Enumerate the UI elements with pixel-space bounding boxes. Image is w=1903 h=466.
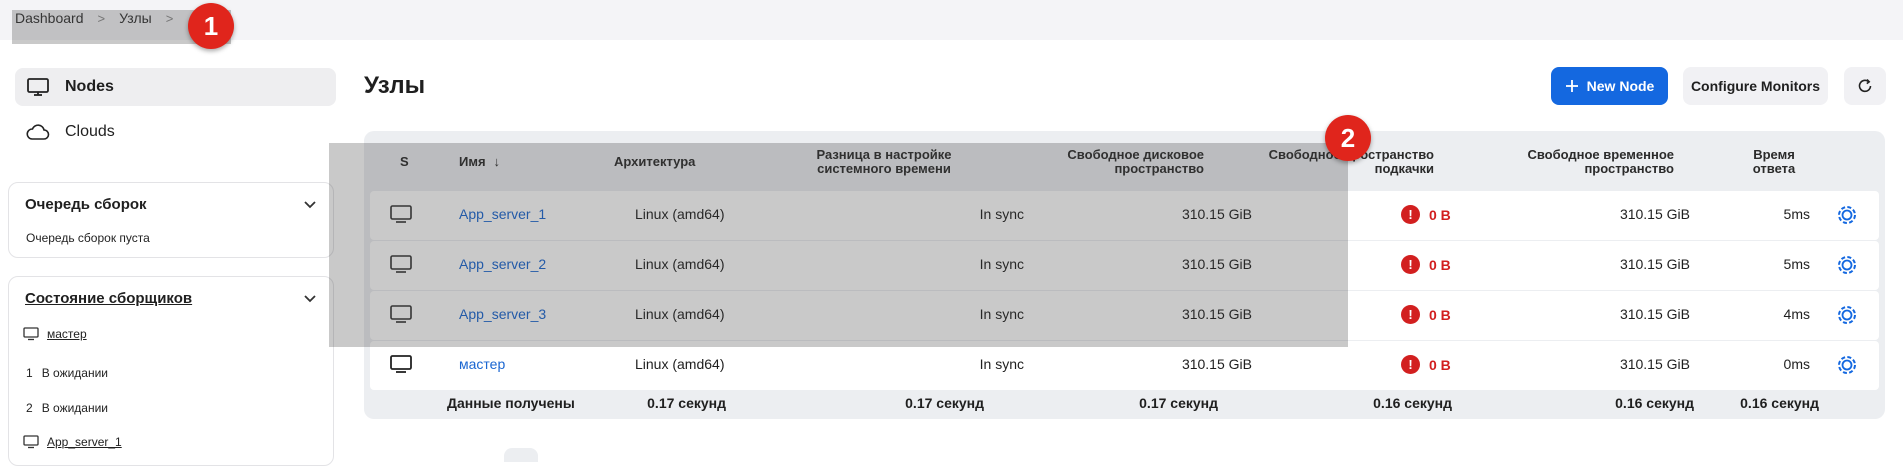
plus-icon: [1565, 79, 1579, 93]
node-free-temp: 310.15 GiB: [1619, 356, 1690, 372]
computer-icon: [389, 354, 413, 377]
highlight-region-2: [329, 143, 1348, 347]
node-response-time: 0ms: [1783, 356, 1810, 372]
executor-node-link[interactable]: App_server_1: [47, 435, 122, 449]
node-response-time: 4ms: [1783, 306, 1810, 322]
executor-row: 1 В ожидании: [26, 366, 108, 380]
annotation-marker-1: 1: [188, 3, 234, 49]
executor-status: В ожидании: [41, 366, 109, 380]
footer-disk-time: 0.17 секунд: [1139, 395, 1218, 411]
node-architecture: Linux (amd64): [635, 356, 725, 372]
chevron-down-icon[interactable]: [303, 197, 317, 212]
executor-status-panel: Состояние сборщиков мастер 1 В ожидании …: [8, 276, 334, 466]
new-node-button[interactable]: New Node: [1551, 67, 1668, 105]
node-free-swap: ! 0 B: [1401, 205, 1451, 224]
header-line: Свободное временное: [1527, 147, 1674, 162]
executor-status: В ожидании: [41, 401, 109, 415]
sidebar-item-label: Clouds: [65, 123, 115, 140]
node-response-time: 5ms: [1783, 256, 1810, 272]
executor-row: 2 В ожидании: [26, 401, 108, 415]
refresh-button[interactable]: [1844, 67, 1886, 105]
build-queue-panel: Очередь сборок Очередь сборок пуста: [8, 182, 334, 258]
header-line: ответа: [1752, 161, 1796, 176]
header-line: Время: [1753, 147, 1795, 162]
gear-icon[interactable]: [1835, 203, 1859, 230]
error-icon: !: [1401, 255, 1420, 274]
executor-node-master: мастер: [23, 327, 87, 341]
sidebar-item-clouds[interactable]: Clouds: [15, 113, 336, 151]
footer-response-time: 0.16 секунд: [1740, 395, 1819, 411]
top-bar: [0, 0, 1903, 40]
node-free-swap-value: 0 B: [1429, 256, 1451, 273]
node-free-swap-value: 0 B: [1429, 306, 1451, 323]
chevron-down-icon[interactable]: [303, 291, 317, 306]
node-free-swap: ! 0 B: [1401, 305, 1451, 324]
error-icon: !: [1401, 305, 1420, 324]
executor-status-title[interactable]: Состояние сборщиков: [25, 290, 192, 307]
computer-icon: [23, 435, 39, 449]
node-free-swap-value: 0 B: [1429, 206, 1451, 223]
node-free-swap: ! 0 B: [1401, 255, 1451, 274]
annotation-marker-2: 2: [1325, 115, 1371, 161]
column-header-response-time[interactable]: Время ответа: [1734, 148, 1814, 176]
sidebar-item-nodes[interactable]: Nodes: [15, 68, 336, 106]
error-icon: !: [1401, 205, 1420, 224]
gear-icon[interactable]: [1835, 253, 1859, 280]
node-free-swap: ! 0 B: [1401, 355, 1451, 374]
page-title: Узлы: [364, 72, 426, 99]
footer-swap-time: 0.16 секунд: [1373, 395, 1452, 411]
configure-monitors-button[interactable]: Configure Monitors: [1683, 67, 1828, 105]
column-header-free-temp[interactable]: Свободное временное пространство: [1474, 148, 1674, 176]
refresh-icon: [1857, 78, 1873, 94]
executor-number: 1: [26, 366, 33, 380]
node-free-temp: 310.15 GiB: [1619, 306, 1690, 322]
computer-icon: [25, 77, 51, 97]
executor-node-link[interactable]: мастер: [47, 327, 87, 341]
new-node-label: New Node: [1586, 78, 1655, 94]
footer-label: Данные получены: [447, 395, 575, 411]
header-line: пространство: [1584, 161, 1674, 176]
computer-icon: [23, 327, 39, 341]
footer-clock-time: 0.17 секунд: [905, 395, 984, 411]
executor-number: 2: [26, 401, 33, 415]
executor-status-header[interactable]: Состояние сборщиков: [9, 277, 333, 319]
node-free-temp: 310.15 GiB: [1619, 256, 1690, 272]
sidebar-item-label: Nodes: [65, 78, 114, 95]
node-free-temp: 310.15 GiB: [1619, 206, 1690, 222]
error-icon: !: [1401, 355, 1420, 374]
node-name-link[interactable]: мастер: [459, 356, 505, 372]
build-queue-header[interactable]: Очередь сборок: [9, 183, 333, 225]
node-response-time: 5ms: [1783, 206, 1810, 222]
gear-icon[interactable]: [1835, 353, 1859, 380]
node-clock-diff: In sync: [979, 356, 1024, 372]
table-row: мастер Linux (amd64) In sync 310.15 GiB …: [370, 341, 1879, 390]
gear-icon[interactable]: [1835, 303, 1859, 330]
cloud-icon: [25, 122, 51, 142]
build-queue-empty-text: Очередь сборок пуста: [26, 231, 150, 245]
node-free-disk: 310.15 GiB: [1181, 356, 1252, 372]
footer-temp-time: 0.16 секунд: [1615, 395, 1694, 411]
executor-node-app-server-1: App_server_1: [23, 435, 122, 449]
footer-arch-time: 0.17 секунд: [647, 395, 726, 411]
build-queue-title: Очередь сборок: [25, 195, 147, 213]
node-free-swap-value: 0 B: [1429, 356, 1451, 373]
